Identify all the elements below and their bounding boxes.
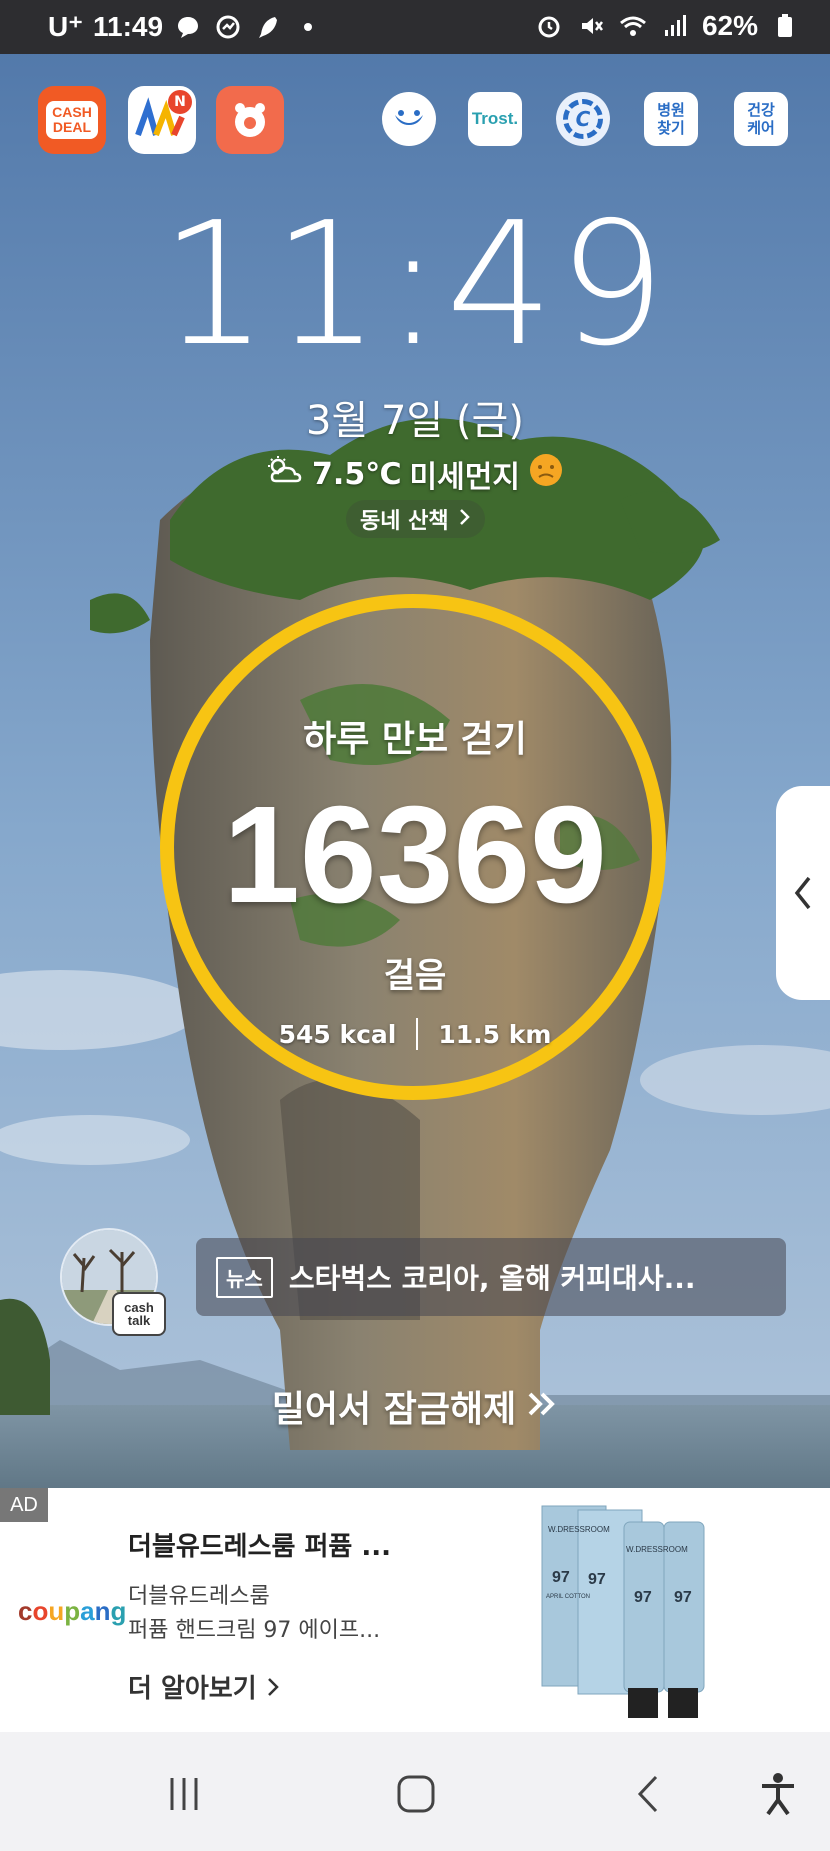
accessibility-button[interactable] xyxy=(748,1764,808,1824)
hospital-app-icon[interactable]: 병원 찾기 xyxy=(644,92,698,146)
cash-deal-app-icon[interactable]: CASH DEAL xyxy=(38,86,106,154)
recents-button[interactable] xyxy=(154,1764,214,1824)
product-number: 97 xyxy=(552,1569,570,1586)
hospital-label-2: 찾기 xyxy=(657,119,685,137)
mute-icon xyxy=(576,11,606,41)
ad-title: 더블유드레스룸 퍼퓸 ... xyxy=(128,1532,392,1562)
ad-banner[interactable]: AD coupang 더블유드레스룸 퍼퓸 ... 더블유드레스룸 퍼퓸 핸드크… xyxy=(0,1488,830,1732)
bad-air-face-icon xyxy=(528,452,564,496)
health-label-2: 케어 xyxy=(747,119,775,137)
lock-date: 3월 7일 (금) xyxy=(306,398,524,444)
back-button[interactable] xyxy=(618,1764,678,1824)
calories: 545 kcal xyxy=(278,1019,397,1049)
chevron-left-icon xyxy=(794,876,811,910)
accessibility-icon xyxy=(762,1773,794,1816)
signal-icon xyxy=(660,11,690,41)
battery-icon xyxy=(770,11,800,41)
paw-app-icon[interactable] xyxy=(216,86,284,154)
chevron-right-icon xyxy=(267,1677,279,1696)
news-banner[interactable]: 뉴스 스타벅스 코리아, 올해 커피대사... xyxy=(196,1238,786,1316)
step-unit: 걸음 xyxy=(383,956,447,996)
c-app-label: C xyxy=(563,99,603,139)
carrier-label: U⁺ xyxy=(48,11,83,42)
double-chevron-right-icon xyxy=(526,1386,558,1427)
product-number-2: 97 xyxy=(588,1571,606,1588)
dot-icon xyxy=(293,12,323,42)
dust-label: 미세먼지 xyxy=(409,460,520,495)
distance: 11.5 km xyxy=(438,1019,552,1049)
cash-deal-label-1: CASH xyxy=(52,104,92,120)
battery-percent: 62% xyxy=(701,10,758,41)
back-icon xyxy=(637,1775,658,1813)
lock-clock: 11:49 xyxy=(160,186,670,384)
news-headline: 스타벅스 코리아, 올해 커피대사... xyxy=(288,1262,696,1295)
weather-row[interactable]: 7.5℃ 미세먼지 xyxy=(0,452,830,496)
alarm-icon xyxy=(534,11,564,41)
step-count: 16369 xyxy=(223,778,607,932)
notification-badge: N xyxy=(168,90,192,114)
status-time: 11:49 xyxy=(93,10,164,42)
cash-deal-label-2: DEAL xyxy=(52,119,92,135)
home-button[interactable] xyxy=(386,1764,446,1824)
ad-more-link[interactable]: 더 알아보기 xyxy=(128,1668,279,1705)
trost-app-icon[interactable]: Trost. xyxy=(468,92,522,146)
trost-label: Trost. xyxy=(471,109,519,128)
chart-icon xyxy=(213,12,243,42)
cashtalk-line2: talk xyxy=(127,1313,151,1328)
product-variant: APRIL COTTON xyxy=(546,1594,590,1600)
side-panel-handle[interactable] xyxy=(776,786,830,1000)
product-brand: W.DRESSROOM xyxy=(548,1525,610,1534)
walk-link-label: 동네 산책 xyxy=(360,509,449,534)
partly-cloudy-icon xyxy=(266,455,304,493)
c-app-icon[interactable]: C xyxy=(556,92,610,146)
feather-icon xyxy=(253,12,283,42)
step-title: 하루 만보 걷기 xyxy=(303,719,527,760)
wifi-icon xyxy=(618,11,648,41)
navigation-bar xyxy=(0,1732,830,1851)
ad-brand: 더블유드레스룸 xyxy=(128,1584,270,1609)
meta-divider xyxy=(416,1018,419,1050)
temperature: 7.5℃ xyxy=(312,456,402,492)
paw-icon xyxy=(235,103,265,137)
cashtalk-badge[interactable]: cash talk xyxy=(112,1292,166,1336)
product-brand-2: W.DRESSROOM xyxy=(626,1545,688,1554)
news-tag: 뉴스 xyxy=(216,1256,273,1298)
product-number-3: 97 xyxy=(634,1589,652,1606)
health-care-app-icon[interactable]: 건강 케어 xyxy=(734,92,788,146)
ad-more-label: 더 알아보기 xyxy=(128,1674,257,1704)
step-meta: 545 kcal 11.5 km xyxy=(0,1018,830,1050)
product-number-4: 97 xyxy=(674,1589,692,1606)
coupang-logo: coupang xyxy=(18,1596,127,1626)
recents-icon xyxy=(170,1778,198,1810)
unlock-label: 밀어서 잠금해제 xyxy=(271,1389,517,1430)
hand-cream-product-image: W.DRESSROOM W.DRESSROOM 97 97 97 97 APRI… xyxy=(541,1505,705,1718)
unlock-prompt[interactable]: 밀어서 잠금해제 xyxy=(0,1380,830,1432)
ad-description: 퍼퓸 핸드크림 97 에이프... xyxy=(128,1618,381,1643)
status-bar: U⁺ 11:49 62% xyxy=(0,0,830,54)
home-icon xyxy=(397,1775,435,1813)
hospital-label-1: 병원 xyxy=(657,101,685,119)
health-label-1: 건강 xyxy=(747,101,775,119)
whale-icon xyxy=(395,110,423,125)
walk-link[interactable]: 동네 산책 xyxy=(346,500,485,538)
talk-bubble-icon xyxy=(173,12,203,42)
ad-tag: AD xyxy=(0,1488,48,1522)
whale-app-icon[interactable] xyxy=(382,92,436,146)
app-n-icon[interactable]: N xyxy=(128,86,196,154)
chevron-right-icon xyxy=(459,507,471,532)
